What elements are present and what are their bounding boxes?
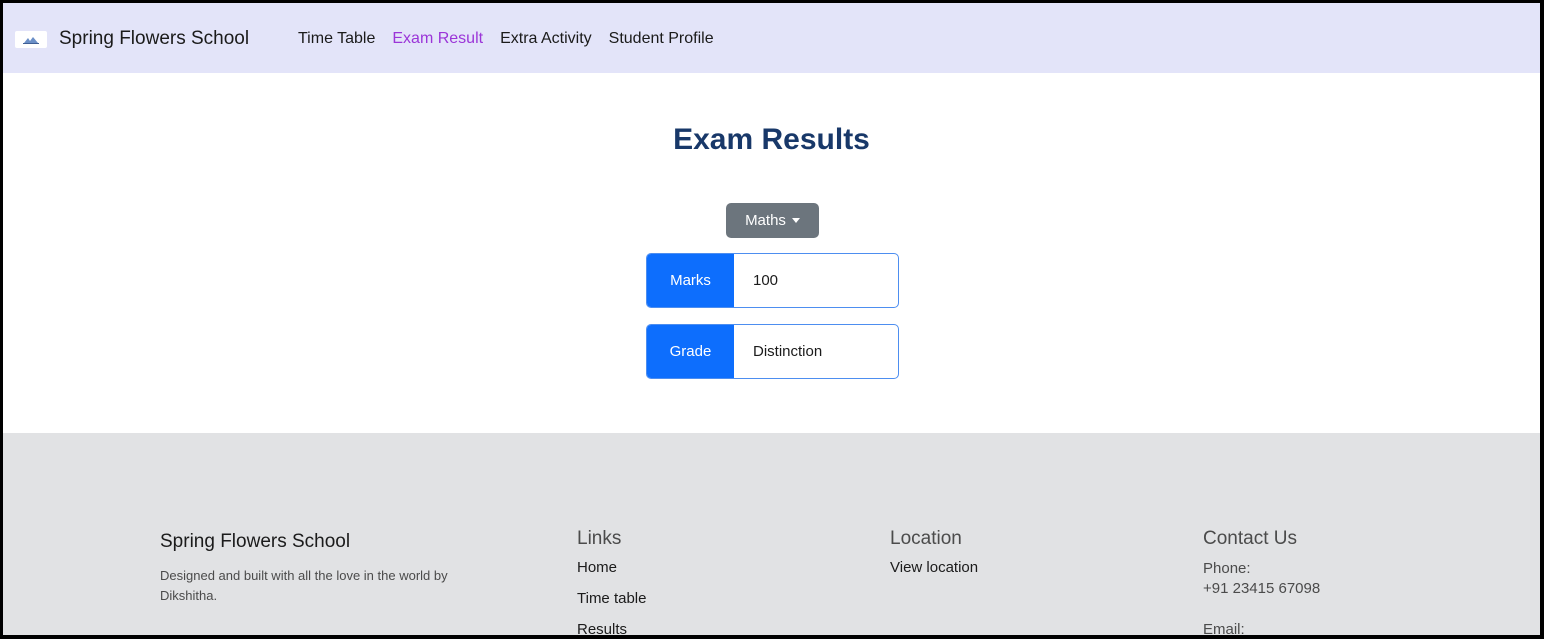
grade-input-group: Grade Distinction bbox=[646, 324, 899, 379]
footer-location-heading: Location bbox=[890, 528, 962, 549]
footer-description: Designed and built with all the love in … bbox=[160, 568, 448, 603]
marks-label: Marks bbox=[647, 254, 734, 307]
footer-link-home[interactable]: Home bbox=[577, 559, 646, 590]
footer-phone-value: +91 23415 67098 bbox=[1203, 580, 1321, 597]
caret-down-icon bbox=[791, 218, 800, 223]
browser-viewport: Spring Flowers School Time Table Exam Re… bbox=[3, 3, 1540, 635]
footer-contact-column: Contact Us Phone: +91 23415 67098 Email: bbox=[1203, 528, 1320, 635]
page-title: Exam Results bbox=[673, 123, 870, 156]
subject-dropdown-button[interactable]: Maths bbox=[726, 203, 819, 238]
school-logo-icon bbox=[15, 30, 47, 48]
brand-name: Spring Flowers School bbox=[59, 28, 250, 49]
nav-links: Time Table Exam Result Extra Activity St… bbox=[298, 30, 731, 48]
grade-field[interactable]: Distinction bbox=[734, 325, 898, 378]
navbar: Spring Flowers School Time Table Exam Re… bbox=[3, 3, 1540, 73]
footer-links-column: Links Home Time table Results bbox=[577, 528, 646, 635]
subject-dropdown-label: Maths bbox=[745, 212, 786, 229]
footer-phone-label: Phone: bbox=[1203, 560, 1251, 577]
marks-field[interactable]: 100 bbox=[734, 254, 898, 307]
footer-links-heading: Links bbox=[577, 528, 622, 549]
footer: Spring Flowers School Designed and built… bbox=[3, 433, 1540, 635]
nav-link-extra-activity[interactable]: Extra Activity bbox=[500, 30, 592, 48]
marks-input-group: Marks 100 bbox=[646, 253, 899, 308]
footer-brand: Spring Flowers School bbox=[160, 531, 351, 552]
nav-link-time-table[interactable]: Time Table bbox=[298, 30, 375, 48]
footer-link-results[interactable]: Results bbox=[577, 621, 646, 635]
footer-email-label: Email: bbox=[1203, 621, 1245, 635]
navbar-brand[interactable]: Spring Flowers School bbox=[15, 25, 249, 53]
footer-link-time-table[interactable]: Time table bbox=[577, 590, 646, 621]
nav-link-student-profile[interactable]: Student Profile bbox=[609, 30, 714, 48]
nav-link-exam-result[interactable]: Exam Result bbox=[392, 30, 483, 48]
footer-link-view-location[interactable]: View location bbox=[890, 559, 978, 590]
grade-label: Grade bbox=[647, 325, 734, 378]
footer-contact-heading: Contact Us bbox=[1203, 528, 1297, 549]
footer-location-column: Location View location bbox=[890, 528, 978, 590]
